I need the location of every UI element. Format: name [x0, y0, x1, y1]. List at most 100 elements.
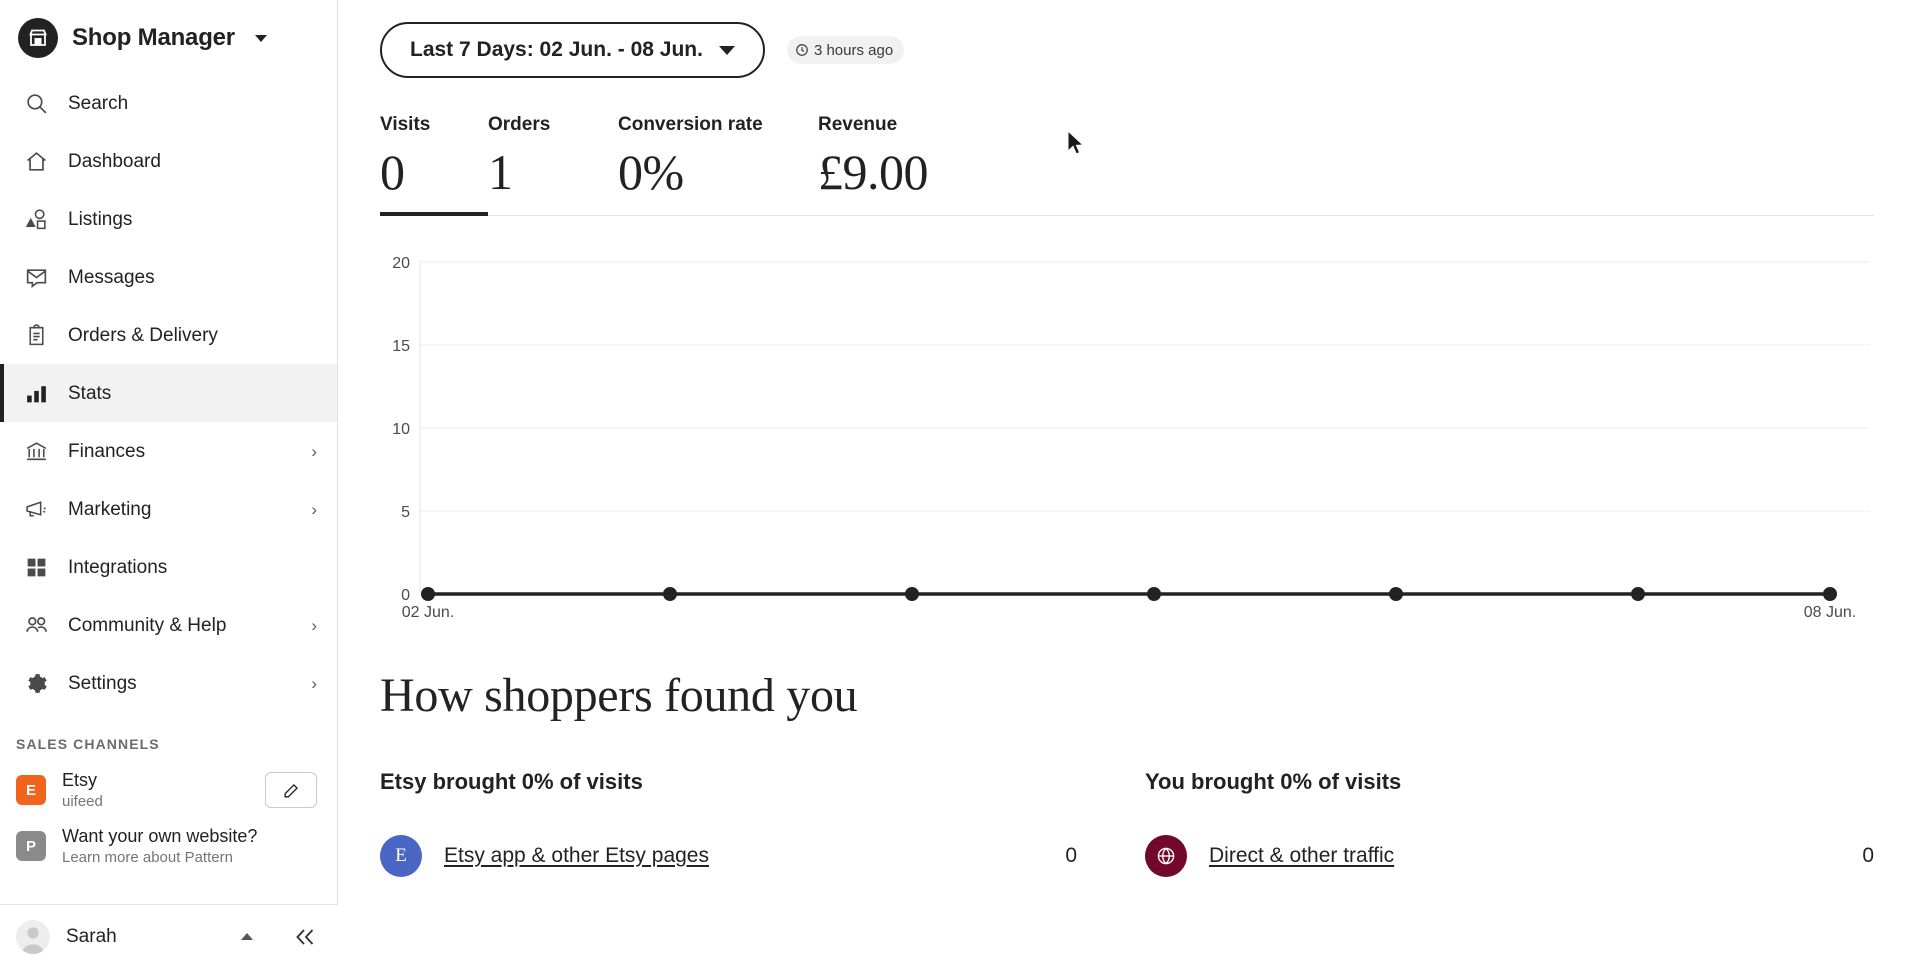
source-row: E Etsy app & other Etsy pages 0 [380, 834, 1077, 877]
sidebar-item-community-help[interactable]: Community & Help › [0, 596, 337, 654]
brand-title: Shop Manager [72, 24, 235, 51]
chart-svg: 20 15 10 5 0 02 Jun. 08 Jun. [392, 255, 1870, 620]
sales-channels-label: SALES CHANNELS [16, 736, 160, 752]
sidebar-item-label: Community & Help [68, 614, 227, 636]
sidebar: Shop Manager Search Dashboard Listings M… [0, 0, 338, 968]
sidebar-item-messages[interactable]: Messages [0, 248, 337, 306]
metric-title: Visits [380, 114, 431, 135]
shop-icon [18, 18, 58, 58]
channel-name: Want your own website? [62, 826, 258, 847]
envelope-icon [22, 263, 50, 291]
clock-icon [796, 44, 808, 56]
people-icon [22, 611, 50, 639]
pattern-badge-icon: P [16, 831, 46, 861]
search-icon [22, 89, 50, 117]
sidebar-item-label: Messages [68, 266, 155, 288]
home-icon [22, 147, 50, 175]
megaphone-icon [22, 495, 50, 523]
chevron-right-icon: › [311, 441, 317, 461]
sidebar-item-label: Marketing [68, 498, 152, 520]
found-column-heading: Etsy brought 0% of visits [380, 768, 643, 794]
sidebar-item-listings[interactable]: Listings [0, 190, 337, 248]
app-root: Shop Manager Search Dashboard Listings M… [0, 0, 1920, 968]
y-tick-10: 10 [392, 421, 410, 438]
metric-value: 0 [380, 144, 405, 200]
channel-sub: uifeed [62, 792, 103, 810]
source-link[interactable]: Etsy app & other Etsy pages [444, 844, 709, 868]
sidebar-item-dashboard[interactable]: Dashboard [0, 132, 337, 190]
bar-chart-icon [22, 379, 50, 407]
sidebar-item-marketing[interactable]: Marketing › [0, 480, 337, 538]
pencil-icon [283, 783, 298, 798]
globe-icon [1145, 834, 1187, 877]
main-content: Last 7 Days: 02 Jun. - 08 Jun. 3 hours a… [338, 0, 1920, 968]
metric-title: Revenue [818, 114, 898, 135]
sidebar-nav: Search Dashboard Listings Messages Order… [0, 74, 337, 712]
chevron-right-icon: › [311, 499, 317, 519]
shop-manager-brand[interactable]: Shop Manager [0, 0, 337, 74]
etsy-badge-icon: E [16, 775, 46, 805]
sidebar-item-finances[interactable]: Finances › [0, 422, 337, 480]
last-updated-badge: 3 hours ago [786, 36, 905, 64]
chevron-down-icon[interactable] [254, 34, 267, 42]
chevron-up-icon[interactable] [241, 933, 253, 940]
sidebar-item-orders-delivery[interactable]: Orders & Delivery [0, 306, 337, 364]
found-column-heading: You brought 0% of visits [1145, 768, 1402, 794]
metric-value: £9.00 [818, 144, 929, 200]
stats-toolbar: Last 7 Days: 02 Jun. - 08 Jun. 3 hours a… [380, 22, 1874, 78]
found-section-columns: Etsy brought 0% of visits E Etsy app & o… [380, 769, 1874, 877]
collapse-sidebar-button[interactable] [271, 904, 338, 968]
date-range-selector[interactable]: Last 7 Days: 02 Jun. - 08 Jun. [380, 22, 765, 78]
sidebar-item-label: Orders & Delivery [68, 324, 218, 346]
found-column-you: You brought 0% of visits Direct & other … [1127, 769, 1874, 877]
metric-value: 1 [488, 144, 513, 200]
sidebar-item-label: Settings [68, 672, 137, 694]
y-tick-5: 5 [401, 504, 410, 521]
metrics-tabs: Visits 0 Orders 1 Conversion rate 0% Rev… [380, 114, 1874, 216]
sidebar-item-settings[interactable]: Settings › [0, 654, 337, 712]
etsy-source-icon: E [380, 834, 422, 877]
source-link[interactable]: Direct & other traffic [1209, 844, 1394, 868]
metric-tab-orders[interactable]: Orders 1 [488, 114, 618, 215]
sales-channel-pattern[interactable]: P Want your own website? Learn more abou… [0, 818, 337, 874]
sidebar-item-label: Stats [68, 382, 112, 404]
channel-name: Etsy [62, 770, 98, 791]
y-tick-0: 0 [401, 587, 410, 604]
chevron-right-icon: › [311, 615, 317, 635]
grid-icon [22, 553, 50, 581]
metric-title: Orders [488, 114, 551, 135]
sidebar-item-label: Search [68, 92, 129, 114]
edit-shop-button[interactable] [265, 772, 317, 808]
metric-title: Conversion rate [618, 114, 763, 135]
gear-icon [22, 669, 50, 697]
source-count: 0 [1862, 843, 1874, 867]
chart-gridlines [420, 261, 1870, 511]
metric-tab-revenue[interactable]: Revenue £9.00 [818, 114, 1038, 215]
x-tick-start: 02 Jun. [402, 604, 454, 620]
visits-line-chart: 20 15 10 5 0 02 Jun. 08 Jun. [380, 240, 1874, 620]
last-updated-text: 3 hours ago [813, 41, 894, 59]
sidebar-item-integrations[interactable]: Integrations [0, 538, 337, 596]
user-menu[interactable]: Sarah [0, 904, 271, 968]
metric-value: 0% [618, 144, 684, 200]
chevron-right-icon: › [311, 673, 317, 693]
avatar-icon [16, 919, 50, 954]
source-count: 0 [1065, 843, 1077, 867]
sidebar-item-search[interactable]: Search [0, 74, 337, 132]
chevron-down-icon [718, 45, 735, 55]
found-section-title: How shoppers found you [380, 668, 858, 722]
source-row: Direct & other traffic 0 [1145, 834, 1874, 877]
sidebar-item-stats[interactable]: Stats [0, 364, 337, 422]
y-tick-20: 20 [392, 255, 410, 272]
channel-text: Etsy uifeed [62, 770, 103, 810]
shapes-icon [22, 205, 50, 233]
metric-tab-conversion-rate[interactable]: Conversion rate 0% [618, 114, 818, 215]
sidebar-item-label: Dashboard [68, 150, 161, 172]
sales-channel-etsy[interactable]: E Etsy uifeed [0, 762, 337, 818]
sidebar-item-label: Finances [68, 440, 146, 462]
date-range-label: Last 7 Days: 02 Jun. - 08 Jun. [410, 38, 703, 61]
metric-tab-visits[interactable]: Visits 0 [380, 114, 488, 215]
sidebar-item-label: Listings [68, 208, 133, 230]
channel-sub: Learn more about Pattern [62, 848, 233, 866]
sidebar-item-label: Integrations [68, 556, 168, 578]
